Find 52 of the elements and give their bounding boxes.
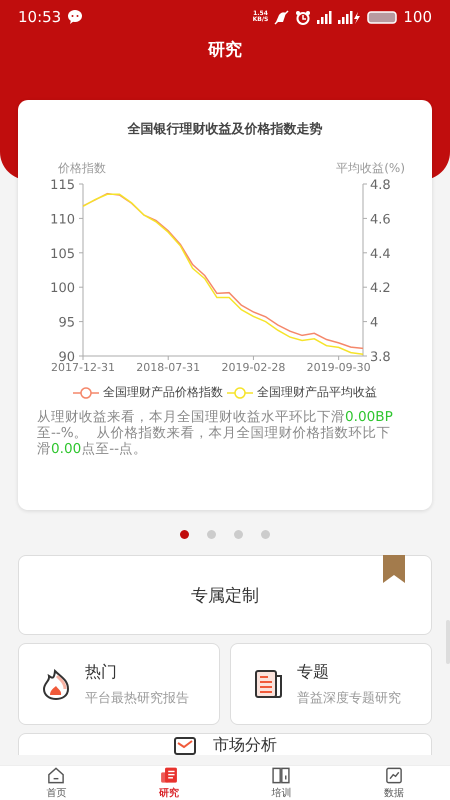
page-title: 研究 — [206, 39, 243, 61]
chat-bubble-icon — [67, 9, 84, 25]
card-subtitle: 普益深度专题研究 — [297, 690, 401, 706]
tick-label: 110 — [50, 212, 75, 228]
tick-label: 2017-12-31 — [51, 361, 115, 374]
feature-card[interactable]: 热门 平台最热研究报告 — [18, 643, 220, 725]
bookmark-icon — [383, 555, 405, 583]
tick-label: 4.2 — [370, 281, 391, 296]
axis-title: 价格指数 — [58, 161, 106, 175]
tick-label: 3.8 — [370, 350, 391, 365]
flame-icon — [41, 668, 71, 700]
page-dot[interactable] — [234, 530, 243, 539]
axis-title: 平均收益(%) — [336, 161, 405, 175]
page-dot[interactable] — [261, 530, 270, 539]
card-title: 专题 — [297, 662, 330, 682]
nav-tab[interactable]: 研究 — [112, 766, 225, 800]
card-subtitle: 平台最热研究报告 — [85, 690, 189, 706]
nav-tab[interactable]: 首页 — [0, 766, 112, 800]
tick-label: 95 — [58, 316, 75, 331]
battery-level: 100 — [403, 8, 432, 26]
alarm-icon — [295, 10, 312, 24]
tick-label: 115 — [50, 178, 75, 193]
legend-label: 全国理财产品价格指数 — [103, 384, 223, 401]
tick-label: 2019-02-28 — [221, 361, 286, 374]
nav-tab[interactable]: 培训 — [225, 766, 338, 800]
custom-card[interactable]: 专属定制 — [18, 555, 432, 635]
signal-charging-icon — [338, 10, 362, 24]
tick-label: 4.6 — [370, 212, 391, 228]
feature-card[interactable]: 专题 普益深度专题研究 — [230, 643, 432, 725]
tick-label: 105 — [50, 246, 75, 262]
chart-title: 全国银行理财收益及价格指数走势 — [126, 121, 324, 138]
page-dot[interactable] — [207, 530, 216, 539]
summary-text: 从理财收益来看，本月全国理财收益水平环比下滑0.00BP 至--%。 从价格指数来看，本月全国理财价格指数环比下滑0.00点至--点。 — [37, 409, 394, 457]
tick-label: 4.8 — [370, 178, 391, 193]
card-title: 市场分析 — [213, 736, 277, 754]
clock-time: 10:53 — [18, 8, 62, 26]
battery-icon — [367, 10, 398, 24]
tick-label: 4 — [370, 316, 378, 331]
tick-label: 4.4 — [370, 246, 391, 262]
tick-label: 100 — [50, 281, 75, 296]
home-icon — [46, 766, 66, 785]
tick-label: 2018-07-31 — [136, 361, 200, 374]
card-label: 专属定制 — [191, 584, 259, 606]
card-title: 热门 — [85, 662, 118, 682]
page-dot[interactable] — [180, 530, 189, 539]
tick-label: 2019-09-30 — [306, 361, 371, 374]
signal-icon — [317, 10, 332, 24]
newspaper-icon — [253, 668, 283, 700]
book-icon — [271, 766, 292, 785]
nav-tab[interactable]: 数据 — [338, 766, 450, 800]
feature-card[interactable]: 市场分析 — [18, 733, 432, 755]
legend-label: 全国理财产品平均收益 — [257, 384, 377, 401]
